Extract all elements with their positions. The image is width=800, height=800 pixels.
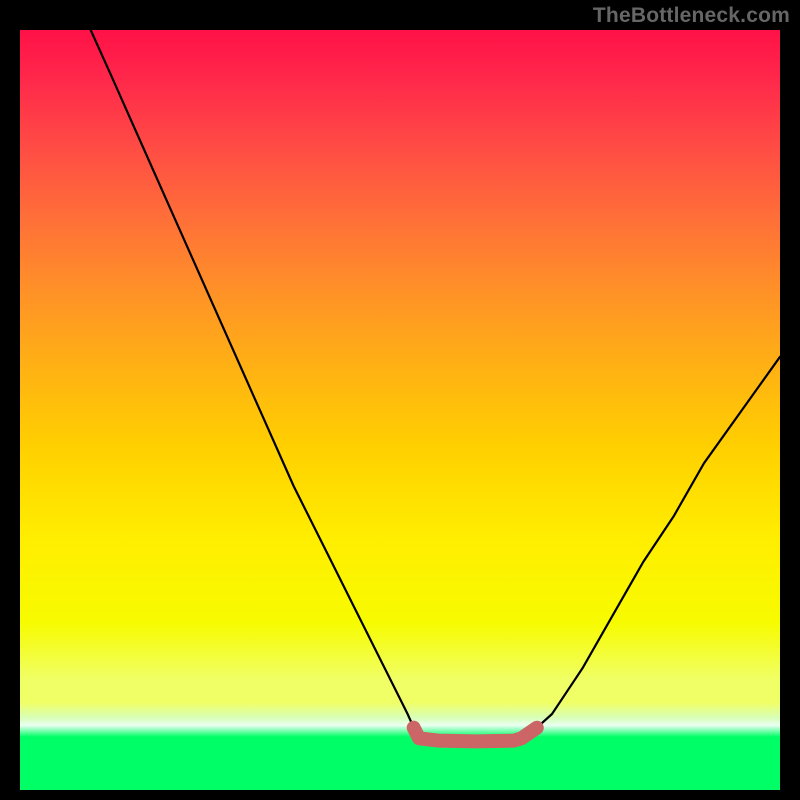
bottleneck-curve-path	[91, 30, 780, 741]
watermark-text: TheBottleneck.com	[593, 4, 790, 28]
chart-frame: TheBottleneck.com	[0, 0, 800, 800]
curve-layer	[20, 30, 780, 790]
plot-area	[20, 30, 780, 790]
optimal-band-path	[414, 728, 537, 742]
